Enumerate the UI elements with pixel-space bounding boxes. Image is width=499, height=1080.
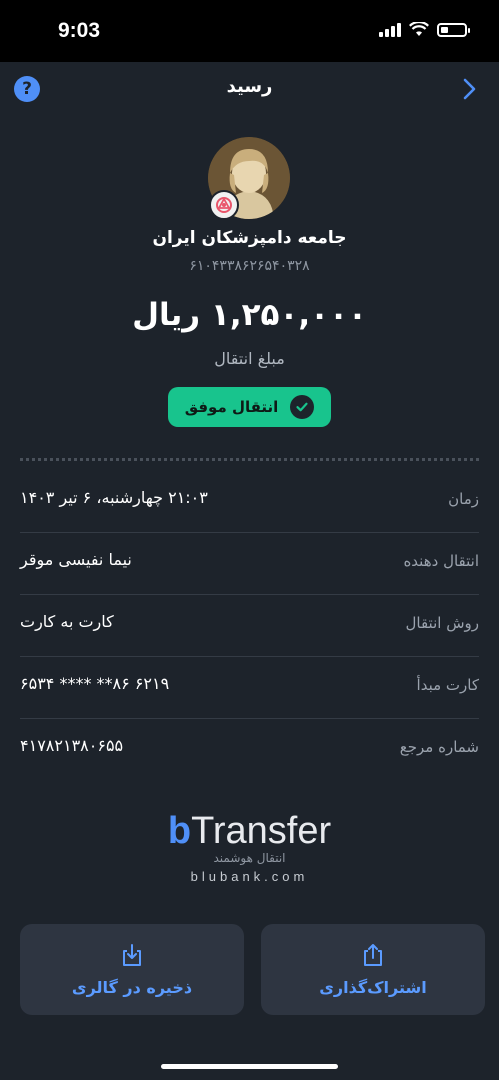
detail-value: کارت به کارت [20, 612, 114, 631]
status-text: انتقال موفق [184, 398, 279, 416]
btransfer-logo: bTransfer انتقال هوشمند blubank.com [0, 810, 499, 884]
share-button[interactable]: اشتراک‌گذاری [261, 924, 485, 1015]
status-time: 9:03 [58, 19, 101, 42]
share-button-label: اشتراک‌گذاری [319, 978, 427, 997]
detail-row-reference: شماره مرجع ۴۱۷۸۲۱۳۸۰۶۵۵ [20, 718, 479, 780]
battery-icon [437, 22, 470, 37]
detail-label: کارت مبدأ [416, 676, 479, 694]
download-icon [123, 944, 141, 966]
bank-logo-icon [209, 190, 239, 220]
status-icons [379, 22, 470, 37]
status-bar: 9:03 [0, 0, 499, 62]
detail-row-source-card: کارت مبدأ ۶۵۳۴ **** **۸۶ ۶۲۱۹ [20, 656, 479, 719]
logo-wordmark: bTransfer [167, 810, 332, 852]
detail-value: ۴۱۷۸۲۱۳۸۰۶۵۵ [20, 736, 124, 755]
page-title: رسید [226, 76, 273, 97]
detail-value: ۲۱:۰۳ چهارشنبه، ۶ تیر ۱۴۰۳ [20, 488, 208, 507]
detail-row-method: روش انتقال کارت به کارت [20, 594, 479, 657]
save-button-label: ذخیره در گالری [71, 978, 193, 997]
check-icon [290, 395, 315, 419]
status-badge: انتقال موفق [168, 387, 331, 427]
cellular-signal-icon [379, 22, 401, 37]
detail-row-sender: انتقال دهنده نیما نفیسی موقر [20, 532, 479, 595]
save-to-gallery-button[interactable]: ذخیره در گالری [20, 924, 244, 1015]
logo-tagline: انتقال هوشمند [213, 851, 286, 865]
back-chevron-icon[interactable] [457, 76, 481, 102]
recipient-name: جامعه دامپزشکان ایران [152, 228, 347, 248]
detail-value: ۶۵۳۴ **** **۸۶ ۶۲۱۹ [20, 674, 170, 693]
recipient-avatar [208, 137, 290, 220]
recipient-card-number: ۶۱۰۴۳۳۸۶۲۶۵۴۰۳۲۸ [189, 258, 310, 274]
detail-label: زمان [448, 490, 479, 508]
logo-url: blubank.com [190, 869, 309, 884]
detail-value: نیما نفیسی موقر [20, 550, 132, 569]
detail-row-time: زمان ۲۱:۰۳ چهارشنبه، ۶ تیر ۱۴۰۳ [20, 470, 479, 533]
dotted-divider [20, 458, 479, 461]
transfer-amount-label: مبلغ انتقال [214, 349, 285, 368]
transfer-amount: ۱,۲۵۰,۰۰۰ ریال [132, 297, 367, 333]
nav-bar: ? رسید [0, 62, 499, 114]
wifi-icon [409, 22, 429, 36]
home-indicator [161, 1064, 338, 1069]
detail-label: انتقال دهنده [403, 552, 479, 570]
detail-label: روش انتقال [405, 614, 480, 632]
share-icon [364, 944, 382, 966]
detail-label: شماره مرجع [399, 738, 479, 756]
